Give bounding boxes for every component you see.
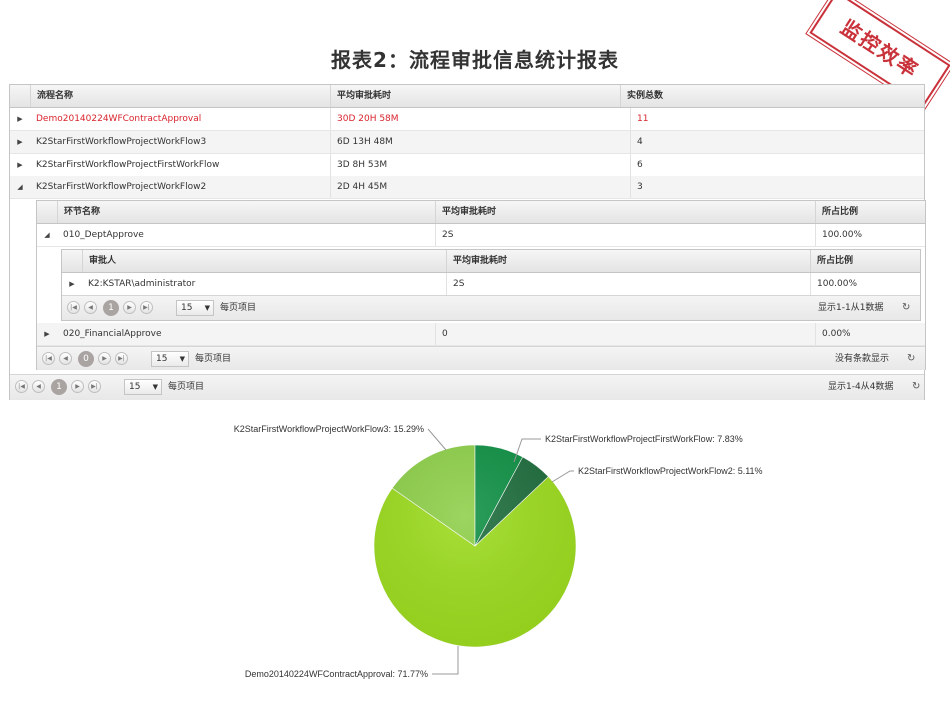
page-title: 报表2：流程审批信息统计报表 (331, 48, 619, 72)
approver-grid-header: 审批人 平均审批耗时 所占比例 (62, 250, 920, 273)
last-page-icon[interactable]: ▶| (115, 352, 128, 365)
step-avg-cell: 0 (435, 323, 815, 345)
pie-label-line (432, 646, 459, 675)
process-name-cell: Demo20140224WFContractApproval (36, 114, 202, 124)
table-row[interactable]: ▶ Demo20140224WFContractApproval 30D 20H… (10, 108, 924, 131)
per-page-label: 每页项目 (195, 354, 232, 364)
avg-time-cell: 2D 4H 45M (330, 176, 630, 198)
per-page-label: 每页项目 (168, 382, 205, 392)
next-page-icon[interactable]: ▶ (71, 380, 84, 393)
step-name-cell: 010_DeptApprove (63, 230, 144, 240)
expand-arrow-icon[interactable]: ▶ (10, 154, 30, 176)
refresh-icon[interactable]: ↻ (907, 351, 915, 367)
process-pager: |◀ ◀ 1 ▶ ▶| 15 ▼ 每页项目 显示1-4从4数据 ↻ (10, 374, 924, 400)
step-pct-cell: 100.00% (815, 224, 925, 246)
pager-info: 没有条款显示 (835, 354, 890, 364)
pie-label: K2StarFirstWorkflowProjectFirstWorkFlow:… (545, 434, 743, 444)
page-size-select[interactable]: 15 ▼ (151, 351, 189, 367)
collapse-arrow-icon[interactable]: ◢ (37, 224, 57, 246)
expand-arrow-icon[interactable]: ▶ (10, 131, 30, 153)
count-cell: 3 (630, 176, 924, 198)
pie-label-line (551, 470, 574, 483)
current-page[interactable]: 1 (51, 379, 67, 395)
avg-time-cell: 3D 8H 53M (330, 154, 630, 176)
page-size-value: 15 (156, 354, 168, 364)
first-page-icon[interactable]: |◀ (42, 352, 55, 365)
expand-arrow-icon[interactable]: ▶ (62, 273, 82, 295)
pager-info: 显示1-4从4数据 (828, 382, 894, 392)
first-page-icon[interactable]: |◀ (15, 380, 28, 393)
column-header-approver[interactable]: 审批人 (82, 250, 446, 272)
process-name-cell: K2StarFirstWorkflowProjectFirstWorkFlow (36, 160, 220, 170)
column-header-step-pct[interactable]: 所占比例 (815, 201, 925, 223)
step-grid-header: 环节名称 平均审批耗时 所占比例 (37, 201, 925, 224)
table-row[interactable]: ▶ K2StarFirstWorkflowProjectFirstWorkFlo… (10, 154, 924, 177)
approver-name-cell: K2:KSTAR\administrator (88, 279, 196, 289)
table-row[interactable]: ▶ K2StarFirstWorkflowProjectWorkFlow3 6D… (10, 131, 924, 154)
prev-page-icon[interactable]: ◀ (32, 380, 45, 393)
page-size-value: 15 (181, 303, 193, 313)
first-page-icon[interactable]: |◀ (67, 301, 80, 314)
process-grid: 流程名称 平均审批耗时 实例总数 ▶ Demo20140224WFContrac… (9, 84, 926, 400)
column-header-step-name[interactable]: 环节名称 (57, 201, 435, 223)
pie-label: K2StarFirstWorkflowProjectWorkFlow2: 5.1… (578, 466, 763, 476)
column-header-step-avg[interactable]: 平均审批耗时 (435, 201, 815, 223)
expand-arrow-icon[interactable]: ▶ (37, 323, 57, 345)
prev-page-icon[interactable]: ◀ (84, 301, 97, 314)
next-page-icon[interactable]: ▶ (98, 352, 111, 365)
step-grid: 环节名称 平均审批耗时 所占比例 ◢ 010_DeptApprove 2S 10… (36, 200, 926, 370)
step-pager: |◀ ◀ 0 ▶ ▶| 15 ▼ 每页项目 没有条款显示 ↻ (37, 346, 925, 370)
page-size-select[interactable]: 15 ▼ (124, 379, 162, 395)
pager-info: 显示1-1从1数据 (818, 303, 884, 313)
page-size-select[interactable]: 15 ▼ (176, 300, 214, 316)
count-cell: 6 (630, 154, 924, 176)
refresh-icon[interactable]: ↻ (912, 379, 920, 395)
step-pct-cell: 0.00% (815, 323, 925, 345)
column-header-avg-time[interactable]: 平均审批耗时 (330, 85, 620, 107)
count-cell: 11 (630, 108, 924, 130)
process-name-cell: K2StarFirstWorkflowProjectWorkFlow2 (36, 182, 207, 192)
process-grid-header: 流程名称 平均审批耗时 实例总数 (10, 85, 924, 108)
column-header-count[interactable]: 实例总数 (620, 85, 924, 107)
count-cell: 4 (630, 131, 924, 153)
last-page-icon[interactable]: ▶| (140, 301, 153, 314)
page-size-value: 15 (129, 382, 141, 392)
last-page-icon[interactable]: ▶| (88, 380, 101, 393)
next-page-icon[interactable]: ▶ (123, 301, 136, 314)
step-avg-cell: 2S (435, 224, 815, 246)
avg-time-cell: 30D 20H 58M (330, 108, 630, 130)
chevron-down-icon: ▼ (204, 304, 210, 312)
approver-avg-cell: 2S (446, 273, 810, 295)
pie-label: Demo20140224WFContractApproval: 71.77% (245, 669, 428, 679)
column-header-process-name[interactable]: 流程名称 (30, 85, 330, 107)
approver-pct-cell: 100.00% (810, 273, 920, 295)
table-row[interactable]: ◢ 010_DeptApprove 2S 100.00% (37, 224, 925, 247)
process-name-cell: K2StarFirstWorkflowProjectWorkFlow3 (36, 137, 207, 147)
collapse-arrow-icon[interactable]: ◢ (10, 176, 30, 198)
approver-pager: |◀ ◀ 1 ▶ ▶| 15 ▼ 每页项目 显示1-1从1数据 ↻ (62, 295, 920, 320)
approver-grid: 审批人 平均审批耗时 所占比例 ▶ K2:KSTAR\administrator… (61, 249, 921, 321)
step-name-cell: 020_FinancialApprove (63, 329, 162, 339)
current-page[interactable]: 1 (103, 300, 119, 316)
table-row[interactable]: ◢ K2StarFirstWorkflowProjectWorkFlow2 2D… (10, 176, 924, 199)
per-page-label: 每页项目 (220, 303, 257, 313)
chevron-down-icon: ▼ (152, 383, 158, 391)
pie-label: K2StarFirstWorkflowProjectWorkFlow3: 15.… (234, 424, 424, 434)
pie-chart: Demo20140224WFContractApproval: 71.77% K2… (234, 424, 763, 679)
chevron-down-icon: ▼ (179, 355, 185, 363)
table-row[interactable]: ▶ K2:KSTAR\administrator 2S 100.00% (62, 273, 920, 296)
pie-label-line (427, 428, 447, 451)
column-header-approver-pct[interactable]: 所占比例 (810, 250, 920, 272)
refresh-icon[interactable]: ↻ (902, 300, 910, 316)
table-row[interactable]: ▶ 020_FinancialApprove 0 0.00% (37, 323, 925, 346)
prev-page-icon[interactable]: ◀ (59, 352, 72, 365)
expand-arrow-icon[interactable]: ▶ (10, 108, 30, 130)
current-page[interactable]: 0 (78, 351, 94, 367)
column-header-approver-avg[interactable]: 平均审批耗时 (446, 250, 810, 272)
avg-time-cell: 6D 13H 48M (330, 131, 630, 153)
